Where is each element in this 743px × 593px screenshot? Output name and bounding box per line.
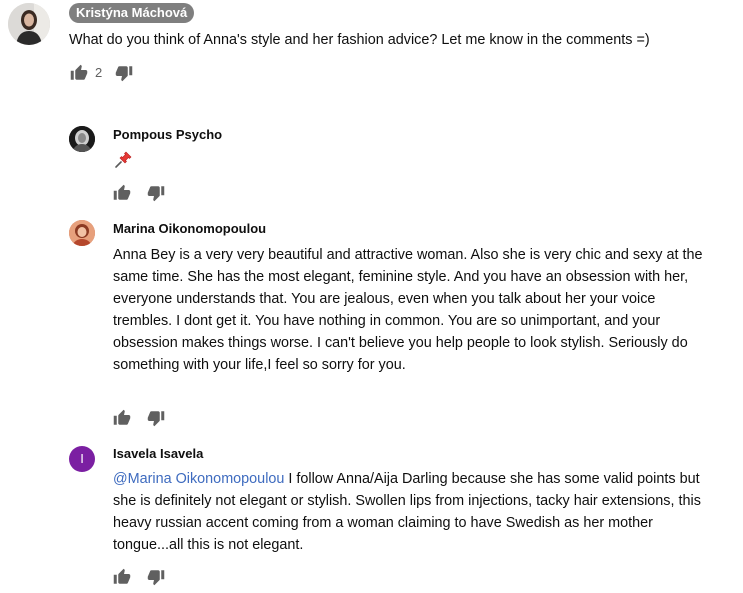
thumb-up-icon	[70, 64, 88, 80]
dislike-button[interactable]	[144, 406, 168, 430]
author-name[interactable]: Pompous Psycho	[113, 126, 222, 144]
reply-pompous-psycho: Pompous Psycho	[0, 118, 743, 208]
comment-text: What do you think of Anna's style and he…	[69, 32, 650, 48]
like-count: 2	[95, 65, 103, 80]
pushpin-icon	[113, 150, 133, 170]
comment-kristyna: Kristýna Máchová What do you think of An…	[0, 0, 743, 90]
mention-link[interactable]: @Marina Oikonomopoulou	[113, 471, 284, 487]
like-button[interactable]	[110, 181, 134, 205]
thumb-up-icon	[113, 409, 131, 425]
thumb-down-icon	[147, 186, 165, 202]
thumb-up-icon	[113, 184, 131, 200]
avatar[interactable]	[69, 126, 95, 152]
dislike-button[interactable]	[112, 61, 136, 85]
like-button[interactable]	[110, 406, 134, 430]
author-name[interactable]: Kristýna Máchová	[69, 3, 195, 23]
reply-isavela: I Isavela Isavela @Marina Oikonomopoulou…	[0, 437, 743, 593]
author-name[interactable]: Marina Oikonomopoulou	[113, 220, 266, 238]
avatar[interactable]	[8, 3, 50, 45]
dislike-button[interactable]	[144, 565, 168, 589]
comment-thread: Kristýna Máchová What do you think of An…	[0, 0, 743, 593]
comment-text: Anna Bey is a very very beautiful and at…	[113, 247, 703, 373]
reply-marina: Marina Oikonomopoulou Anna Bey is a very…	[0, 212, 743, 432]
comment-actions: 2	[67, 61, 136, 85]
comment-text: @Marina Oikonomopoulou I follow Anna/Aij…	[113, 468, 713, 556]
avatar[interactable]: I	[69, 446, 95, 472]
thumb-down-icon	[115, 66, 133, 82]
avatar[interactable]	[69, 220, 95, 246]
thumb-down-icon	[147, 570, 165, 586]
like-button[interactable]	[67, 61, 91, 85]
thumb-up-icon	[113, 568, 131, 584]
dislike-button[interactable]	[144, 181, 168, 205]
thumb-down-icon	[147, 411, 165, 427]
comment-actions	[110, 406, 168, 430]
avatar-letter: I	[80, 451, 84, 466]
comment-actions	[110, 565, 168, 589]
comment-actions	[110, 181, 168, 205]
author-name[interactable]: Isavela Isavela	[113, 445, 203, 463]
like-button[interactable]	[110, 565, 134, 589]
